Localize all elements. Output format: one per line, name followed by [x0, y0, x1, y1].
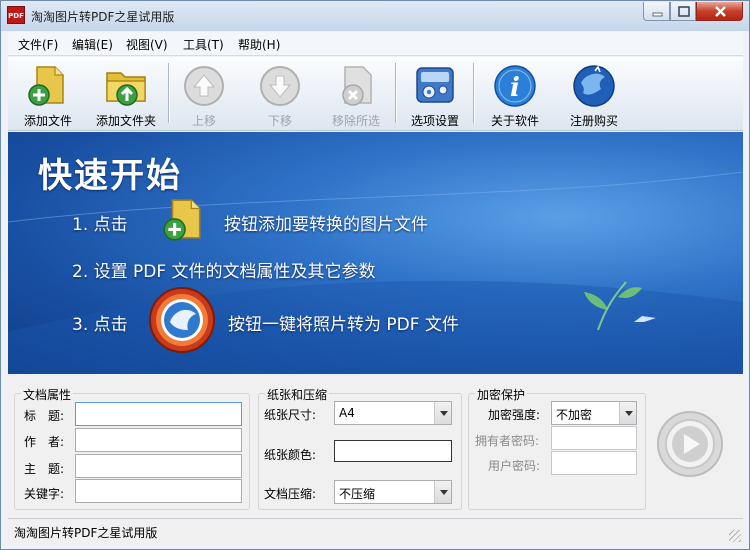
author-field[interactable] — [75, 428, 242, 452]
main-window: PDF 淘淘图片转PDF之星试用版 文件(F) 编辑(E) 视图(V) 工具(T… — [0, 0, 750, 550]
register-buy-button[interactable]: 注册购买 — [560, 61, 628, 128]
menu-bar: 文件(F) 编辑(E) 视图(V) 工具(T) 帮助(H) — [8, 32, 743, 56]
menu-file[interactable]: 文件(F) — [18, 36, 58, 53]
add-folder-button[interactable]: 添加文件夹 — [88, 61, 164, 128]
add-folder-label: 添加文件夹 — [95, 114, 156, 128]
app-pdf-icon: PDF — [7, 6, 25, 24]
paper-color-label: 纸张颜色: — [264, 448, 317, 462]
svg-text:i: i — [510, 73, 520, 103]
add-folder-icon — [106, 72, 146, 106]
maximize-button[interactable] — [670, 2, 696, 21]
compression-value: 不压缩 — [339, 487, 376, 501]
menu-tools[interactable]: 工具(T) — [183, 36, 224, 53]
step2-text: 2. 设置 PDF 文件的文档属性及其它参数 — [72, 262, 376, 282]
move-up-button[interactable]: 上移 — [176, 61, 232, 128]
register-buy-label: 注册购买 — [569, 114, 618, 128]
toolbar-separator — [473, 63, 474, 123]
compression-select[interactable]: 不压缩 — [334, 480, 452, 504]
arrow-up-icon — [184, 66, 224, 106]
maximize-icon — [678, 6, 690, 17]
arrow-down-icon — [260, 66, 300, 106]
toolbar: 添加文件 添加文件夹 上移 下移 移除所选 选项设置 i 关于软件 注册购买 — [8, 57, 743, 131]
owner-password-label: 拥有者密码: — [475, 434, 540, 448]
keywords-field[interactable] — [75, 479, 242, 503]
encryption-strength-select[interactable]: 不加密 — [551, 401, 637, 425]
menu-help[interactable]: 帮助(H) — [238, 36, 280, 53]
status-text: 淘淘图片转PDF之星试用版 — [14, 526, 158, 540]
banner-title: 快速开始 — [38, 156, 182, 196]
start-convert-button[interactable] — [656, 410, 724, 478]
move-up-label: 上移 — [191, 114, 216, 128]
window-title: 淘淘图片转PDF之星试用版 — [31, 10, 175, 24]
options-label: 选项设置 — [410, 114, 459, 128]
subject-label: 主 题: — [24, 462, 65, 476]
paper-size-label: 纸张尺寸: — [264, 408, 317, 422]
status-bar: 淘淘图片转PDF之星试用版 — [8, 518, 743, 544]
quick-start-banner: 快速开始 1. 点击 按钮添加要转换的图片文件 2. 设置 PDF 文件的文档属… — [8, 132, 743, 374]
subject-field[interactable] — [75, 454, 242, 478]
menu-view[interactable]: 视图(V) — [126, 36, 168, 53]
move-down-label: 下移 — [267, 114, 292, 128]
remove-selected-button[interactable]: 移除所选 — [322, 61, 390, 128]
add-file-button[interactable]: 添加文件 — [14, 61, 82, 128]
paper-compression-title: 纸张和压缩 — [265, 386, 330, 403]
step1-number: 1. 点击 — [72, 215, 128, 235]
minimize-icon — [652, 12, 663, 17]
chevron-down-icon[interactable] — [434, 402, 451, 424]
step1-text: 按钮添加要转换的图片文件 — [224, 215, 428, 235]
keywords-label: 关键字: — [24, 487, 65, 501]
title-field[interactable] — [75, 402, 242, 426]
remove-selected-label: 移除所选 — [331, 114, 380, 128]
resize-grip[interactable] — [729, 530, 741, 542]
globe-register-icon — [573, 65, 615, 107]
encryption-strength-label: 加密强度: — [488, 408, 541, 422]
info-icon: i — [494, 65, 536, 107]
chevron-down-icon[interactable] — [619, 402, 636, 424]
title-bar[interactable]: PDF 淘淘图片转PDF之星试用版 — [1, 1, 749, 31]
document-properties-title: 文档属性 — [21, 386, 74, 403]
toolbar-separator — [168, 63, 169, 123]
add-file-icon — [163, 199, 201, 241]
user-password-field[interactable] — [551, 451, 637, 475]
add-file-icon — [28, 66, 64, 106]
settings-panel: 文档属性 标 题: 作 者: 主 题: 关键字: 纸张和压缩 纸张尺寸: A4 … — [8, 375, 743, 517]
settings-icon — [416, 67, 454, 103]
close-button[interactable] — [696, 2, 743, 21]
paper-size-select[interactable]: A4 — [334, 401, 452, 425]
title-label: 标 题: — [24, 409, 65, 423]
remove-file-icon — [342, 66, 372, 106]
compression-label: 文档压缩: — [264, 487, 317, 501]
step3-text: 按钮一键将照片转为 PDF 文件 — [228, 315, 459, 335]
toolbar-separator — [395, 63, 396, 123]
add-file-label: 添加文件 — [23, 114, 72, 128]
paper-size-value: A4 — [339, 406, 355, 420]
menu-edit[interactable]: 编辑(E) — [72, 36, 113, 53]
minimize-button[interactable] — [643, 2, 670, 21]
options-button[interactable]: 选项设置 — [404, 61, 466, 128]
owner-password-field[interactable] — [551, 426, 637, 450]
encryption-strength-value: 不加密 — [556, 408, 593, 422]
chevron-down-icon[interactable] — [434, 481, 451, 503]
paper-color-swatch[interactable] — [334, 440, 452, 462]
close-icon — [715, 6, 726, 17]
author-label: 作 者: — [24, 435, 65, 449]
step3-number: 3. 点击 — [72, 315, 128, 335]
move-down-button[interactable]: 下移 — [252, 61, 308, 128]
about-button[interactable]: i 关于软件 — [484, 61, 546, 128]
convert-icon — [149, 287, 215, 353]
user-password-label: 用户密码: — [488, 459, 541, 473]
encryption-title: 加密保护 — [475, 386, 528, 403]
about-label: 关于软件 — [490, 114, 539, 128]
